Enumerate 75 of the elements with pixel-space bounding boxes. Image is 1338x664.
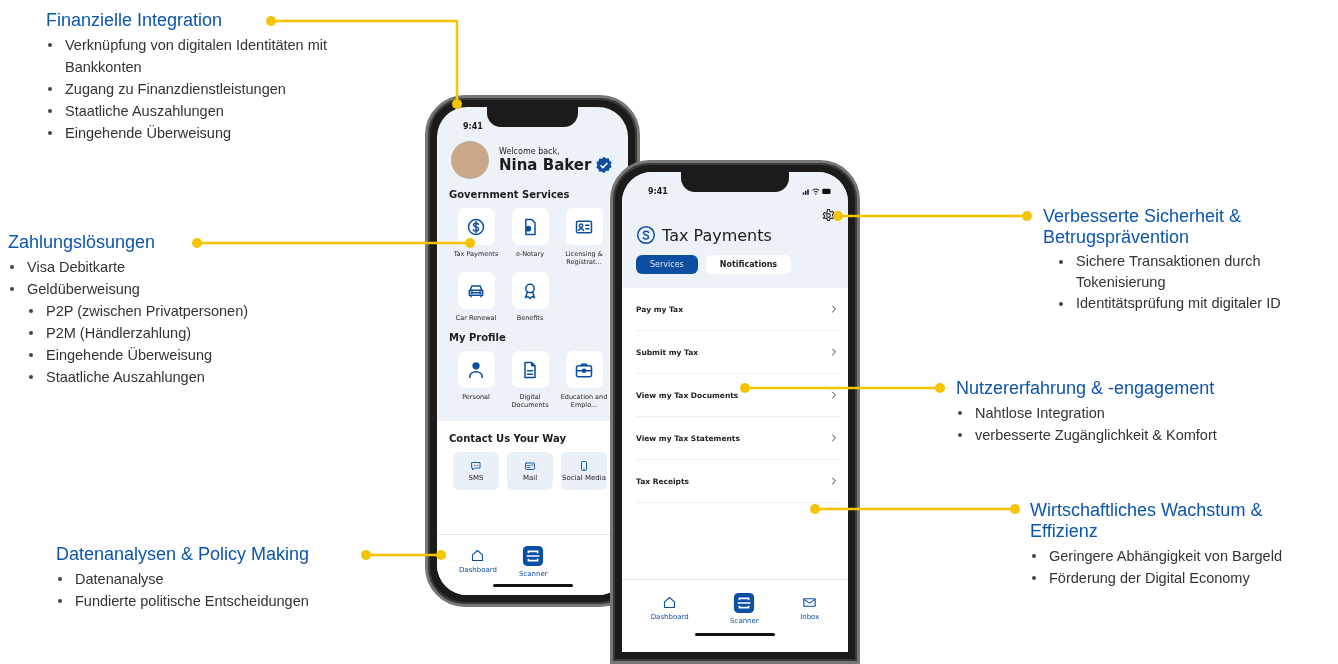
bullet-text: Förderung der Digital Economy xyxy=(1049,569,1250,588)
service-tile[interactable] xyxy=(457,272,495,309)
scanner-icon xyxy=(522,544,545,567)
bullet-text: verbesserte Zugänglichkeit & Komfort xyxy=(975,426,1217,445)
service-tile[interactable] xyxy=(565,208,603,245)
service-tile[interactable] xyxy=(511,351,549,388)
bullet-icon xyxy=(1032,554,1036,558)
service-tile[interactable] xyxy=(511,272,549,309)
bullet-text: Datenanalyse xyxy=(75,570,164,589)
bullet-text: Verknüpfung von digitalen Identitäten mit Bankkonten xyxy=(65,36,328,77)
service-tile[interactable] xyxy=(565,351,603,388)
screen-title: Tax Payments xyxy=(662,225,772,245)
bullet-text: Staatliche Auszahlungen xyxy=(65,102,224,121)
bullet-icon xyxy=(29,331,33,335)
bullet-icon xyxy=(958,411,962,415)
tab[interactable]: Notifications xyxy=(705,255,792,274)
scanner-icon xyxy=(733,591,756,614)
bullet-icon xyxy=(1059,302,1063,306)
user-name: Nina Baker xyxy=(499,155,592,174)
callout-heading: Datenanalysen & Policy Making xyxy=(56,544,310,565)
service-tile[interactable] xyxy=(457,351,495,388)
bullet-text: Geldüberweisung xyxy=(27,280,140,299)
dollar-circle-icon xyxy=(466,216,486,237)
callout-heading: Verbesserte Sicherheit & Betrugsprävention xyxy=(1043,206,1243,248)
home-icon xyxy=(470,548,486,563)
bullet-text: Eingehende Überweisung xyxy=(46,346,213,365)
verified-badge-icon xyxy=(595,155,614,174)
section-title: Contact Us Your Way xyxy=(449,433,567,444)
bullet-icon xyxy=(1032,576,1036,580)
bullet-icon xyxy=(10,287,14,291)
bullet-text: P2P (zwischen Privatpersonen) xyxy=(46,302,249,321)
envelope-icon xyxy=(802,595,818,610)
dollar-circle-icon xyxy=(636,225,656,245)
settings-icon[interactable] xyxy=(821,208,836,223)
bullet-text: Sichere Transaktionen durch Tokenisierung xyxy=(1076,252,1262,292)
callout-heading: Zahlungslösungen xyxy=(8,232,157,253)
status-icons xyxy=(802,186,832,196)
bullet-icon xyxy=(29,353,33,357)
bullet-icon xyxy=(29,309,33,313)
bullet-icon xyxy=(48,87,52,91)
bullet-text: P2M (Händlerzahlung) xyxy=(46,324,192,343)
mobile-phone-icon xyxy=(578,460,590,472)
status-time: 9:41 xyxy=(648,186,668,196)
bullet-icon xyxy=(58,577,62,581)
callout-heading: Nutzererfahrung & -engagement xyxy=(956,378,1216,399)
bullet-icon xyxy=(29,375,33,379)
tab[interactable]: Services xyxy=(636,255,698,274)
bullet-icon xyxy=(10,265,14,269)
bullet-icon xyxy=(48,131,52,135)
bullet-icon xyxy=(48,109,52,113)
bullet-icon xyxy=(58,599,62,603)
bullet-text: Zugang zu Finanzdienstleistungen xyxy=(65,80,286,99)
bullet-text: Staatliche Auszahlungen xyxy=(46,368,205,387)
callout-heading: Wirtschaftliches Wachstum & Effizienz xyxy=(1030,500,1264,542)
bullet-icon xyxy=(958,433,962,437)
service-tile[interactable] xyxy=(457,208,495,245)
section-title: My Profile xyxy=(449,332,507,343)
callout-heading: Finanzielle Integration xyxy=(46,10,224,31)
bullet-text: Visa Debitkarte xyxy=(27,258,126,277)
card-icon xyxy=(524,460,536,472)
service-tile[interactable] xyxy=(511,208,549,245)
bullet-icon xyxy=(1059,260,1063,264)
avatar-placeholder xyxy=(451,141,489,179)
section-title: Government Services xyxy=(449,189,571,200)
bullet-text: Geringere Abhängigkeit von Bargeld xyxy=(1049,547,1282,566)
person-icon xyxy=(466,359,486,380)
bullet-text: Identitätsprüfung mit digitaler ID xyxy=(1076,294,1281,313)
status-time: 9:41 xyxy=(463,121,483,131)
home-icon xyxy=(662,595,678,610)
bullet-icon xyxy=(48,43,52,47)
bullet-text: Nahtlose Integration xyxy=(975,404,1105,423)
greeting-text: Welcome back, xyxy=(499,146,561,156)
chat-icon xyxy=(470,460,482,472)
bullet-text: Fundierte politische Entscheidungen xyxy=(75,592,309,611)
bullet-text: Eingehende Überweisung xyxy=(65,124,232,143)
